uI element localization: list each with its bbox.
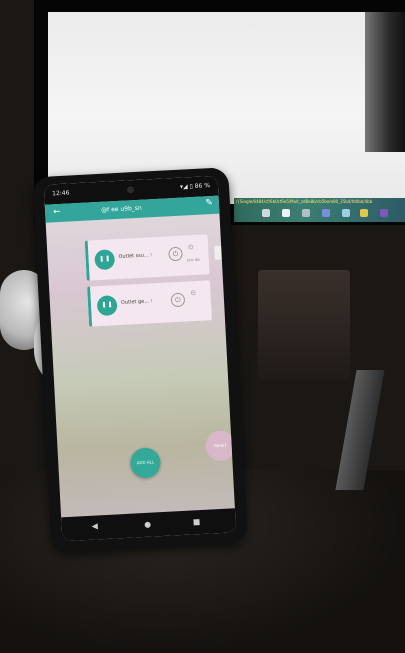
taskbar-app-icon — [282, 209, 290, 217]
outlet-label: Outlet ge... ⁝ — [120, 298, 153, 306]
outlet-icon — [94, 249, 116, 271]
front-camera — [126, 186, 135, 194]
outlet-icon — [96, 295, 118, 317]
taskbar-app-icon — [302, 209, 310, 217]
power-button[interactable]: ⏻ — [170, 292, 186, 308]
add-all-button[interactable]: ADD ALL — [129, 447, 162, 479]
phone-screen: 12:46 ▾◢ ▯ 86 % ← @f ee u9b_sn ✎ Outlet … — [43, 175, 237, 542]
taskbar-app-icon — [342, 209, 350, 217]
status-time: 12:46 — [52, 189, 70, 198]
edit-pencil-icon[interactable]: ✎ — [205, 198, 213, 208]
navigation-bar: ◀ — [61, 508, 237, 542]
outlet-card[interactable]: Outlet ge... ⁝ ⏻ ⏲ — [87, 280, 213, 327]
monitor-taskbar: /{Single/6484/cf/6b0cf6e5/Mult_cd8e8b/cb… — [234, 198, 405, 222]
photo-scene: /{Single/6484/cf/6b0cf6e5/Mult_cd8e8b/cb… — [0, 0, 405, 653]
back-arrow-icon[interactable]: ← — [53, 207, 61, 217]
taskbar-app-icon — [380, 209, 388, 217]
taskbar-app-icon — [360, 209, 368, 217]
power-button[interactable]: ⏻ — [168, 246, 183, 262]
dark-box — [258, 270, 350, 380]
outlet-label: Outlet ssu... ⁝ — [118, 252, 153, 260]
nav-back-icon[interactable]: ◀ — [91, 521, 98, 530]
outlet-schedule-text: sco de — [186, 256, 200, 263]
status-icons: ▾◢ ▯ 86 % — [179, 182, 211, 191]
nav-home-icon[interactable] — [144, 521, 151, 528]
app-title: @f ee u9b_sn — [100, 204, 142, 214]
monitor-url-text: /{Single/6484/cf/6b0cf6e5/Mult_cd8e8b/cb… — [236, 199, 373, 204]
schedule-icon[interactable]: ⏲ — [190, 289, 196, 298]
taskbar-app-icon — [322, 209, 330, 217]
taskbar-app-icon — [262, 209, 270, 217]
schedule-icon[interactable]: ⏲ — [188, 243, 194, 252]
side-drawer-handle[interactable] — [214, 245, 222, 260]
nav-recents-icon[interactable] — [193, 519, 200, 526]
reset-button[interactable]: RESET — [204, 430, 237, 462]
smartphone: 12:46 ▾◢ ▯ 86 % ← @f ee u9b_sn ✎ Outlet … — [32, 167, 248, 553]
outlet-card[interactable]: Outlet ssu... ⁝ ⏻ ⏲ sco de — [84, 234, 210, 281]
monitor-image-region — [365, 12, 405, 152]
